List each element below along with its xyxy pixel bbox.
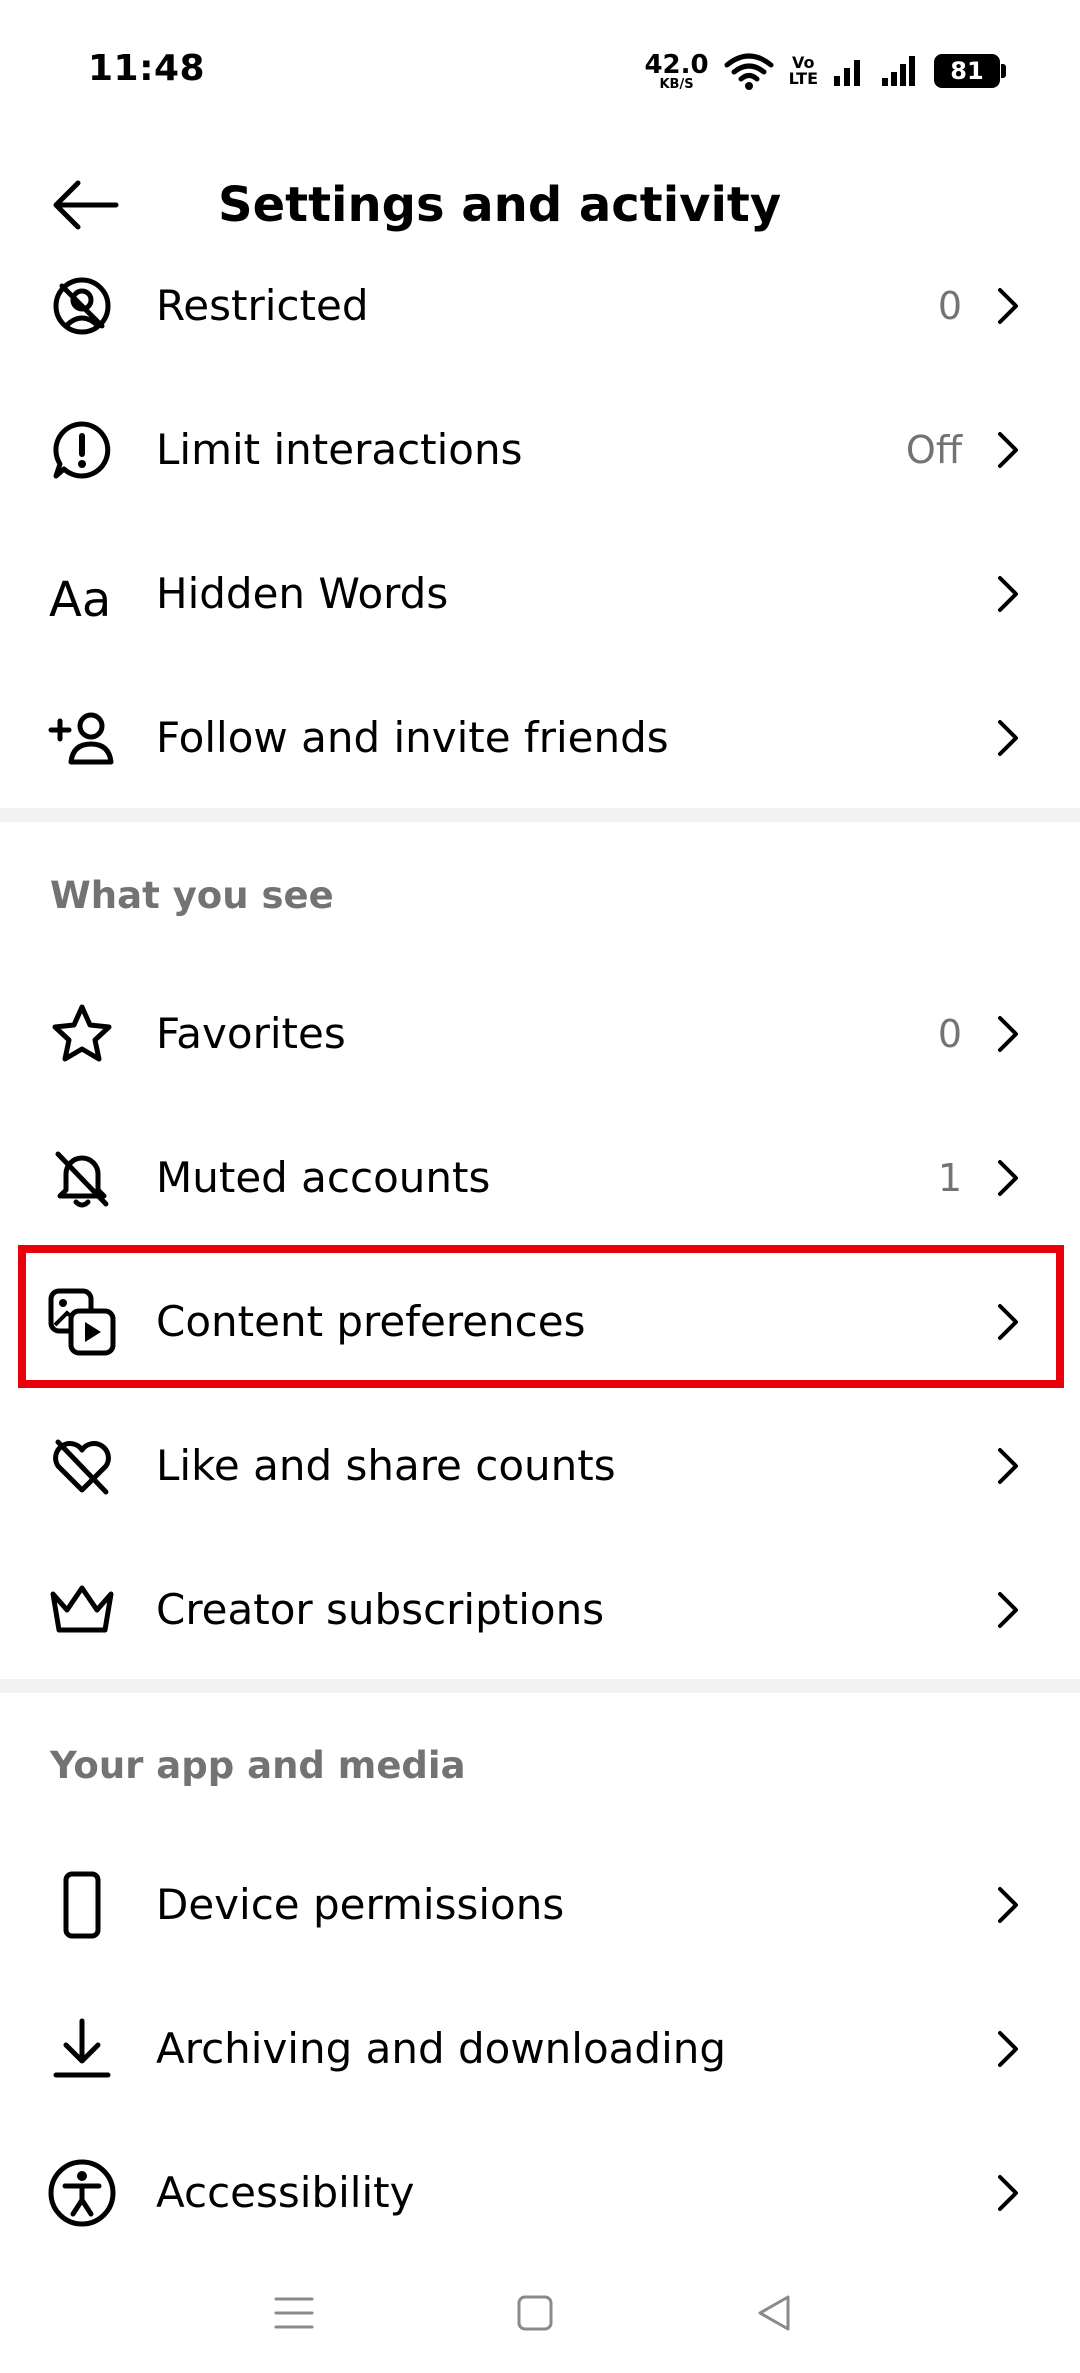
chevron-right-icon bbox=[988, 425, 1028, 475]
row-limit-interactions[interactable]: Limit interactions Off bbox=[0, 385, 1080, 515]
row-value: Off bbox=[905, 428, 962, 472]
crown-icon bbox=[46, 1574, 118, 1646]
chevron-right-icon bbox=[988, 713, 1028, 763]
heart-off-icon bbox=[46, 1430, 118, 1502]
back-button[interactable] bbox=[40, 170, 130, 240]
row-value: 0 bbox=[937, 284, 962, 328]
volte-bottom-text: LTE bbox=[788, 69, 818, 88]
row-like-share-counts[interactable]: Like and share counts bbox=[0, 1401, 1080, 1531]
triangle-back-icon bbox=[758, 2295, 790, 2331]
network-speed: 42.0 KB/S bbox=[644, 52, 708, 91]
row-label: Accessibility bbox=[156, 2168, 415, 2217]
status-bar: 11:48 42.0 KB/S Vo LTE 81 bbox=[0, 0, 1080, 140]
svg-text:Aa: Aa bbox=[49, 572, 111, 626]
menu-button[interactable] bbox=[254, 2273, 334, 2353]
back-nav-button[interactable] bbox=[734, 2273, 814, 2353]
row-restricted[interactable]: Restricted 0 bbox=[0, 241, 1080, 371]
row-label: Like and share counts bbox=[156, 1441, 616, 1490]
star-icon bbox=[46, 998, 118, 1070]
phone-icon bbox=[46, 1869, 118, 1941]
status-icons: 42.0 KB/S Vo LTE 81 bbox=[644, 46, 1006, 96]
navigation-bar bbox=[0, 2253, 1080, 2373]
add-person-icon bbox=[46, 702, 118, 774]
row-hidden-words[interactable]: Aa Hidden Words bbox=[0, 529, 1080, 659]
accessibility-icon bbox=[46, 2157, 118, 2229]
status-time: 11:48 bbox=[88, 48, 206, 89]
chevron-right-icon bbox=[988, 1009, 1028, 1059]
highlight-box bbox=[18, 1245, 1064, 1388]
row-follow-invite-friends[interactable]: Follow and invite friends bbox=[0, 673, 1080, 803]
row-label: Device permissions bbox=[156, 1880, 565, 1929]
battery-indicator: 81 bbox=[934, 54, 1006, 88]
row-label: Follow and invite friends bbox=[156, 713, 669, 762]
chevron-right-icon bbox=[988, 1585, 1028, 1635]
restricted-icon bbox=[46, 270, 118, 342]
row-label: Creator subscriptions bbox=[156, 1585, 605, 1634]
arrow-left-icon bbox=[53, 180, 119, 230]
row-label: Limit interactions bbox=[156, 425, 523, 474]
row-label: Hidden Words bbox=[156, 569, 449, 618]
square-icon bbox=[517, 2295, 553, 2331]
section-header-what-you-see: What you see bbox=[50, 874, 334, 917]
chevron-right-icon bbox=[988, 2168, 1028, 2218]
network-speed-value: 42.0 bbox=[644, 49, 709, 80]
chevron-right-icon bbox=[988, 1153, 1028, 1203]
home-button[interactable] bbox=[495, 2273, 575, 2353]
menu-icon bbox=[274, 2297, 314, 2329]
download-icon bbox=[46, 2013, 118, 2085]
network-speed-unit: KB/S bbox=[659, 76, 694, 92]
volte-indicator: Vo LTE bbox=[789, 55, 818, 87]
row-accessibility[interactable]: Accessibility bbox=[0, 2128, 1080, 2258]
hidden-words-icon: Aa bbox=[46, 558, 118, 630]
signal-icon-2 bbox=[882, 56, 915, 86]
battery-level: 81 bbox=[950, 57, 984, 85]
row-muted-accounts[interactable]: Muted accounts 1 bbox=[0, 1113, 1080, 1243]
signal-icon bbox=[834, 60, 860, 86]
section-header-app-and-media: Your app and media bbox=[50, 1744, 466, 1787]
row-label: Muted accounts bbox=[156, 1153, 491, 1202]
chevron-right-icon bbox=[988, 1441, 1028, 1491]
muted-bell-icon bbox=[46, 1142, 118, 1214]
chevron-right-icon bbox=[988, 281, 1028, 331]
page-title: Settings and activity bbox=[218, 177, 782, 233]
row-favorites[interactable]: Favorites 0 bbox=[0, 969, 1080, 1099]
chevron-right-icon bbox=[988, 2024, 1028, 2074]
chevron-right-icon bbox=[988, 569, 1028, 619]
chevron-right-icon bbox=[988, 1880, 1028, 1930]
limit-interactions-icon bbox=[46, 414, 118, 486]
row-label: Archiving and downloading bbox=[156, 2024, 727, 2073]
wifi-icon bbox=[724, 53, 774, 90]
row-device-permissions[interactable]: Device permissions bbox=[0, 1840, 1080, 1970]
row-label: Favorites bbox=[156, 1009, 346, 1058]
section-divider bbox=[0, 1679, 1080, 1693]
row-value: 1 bbox=[937, 1156, 962, 1200]
row-archiving-downloading[interactable]: Archiving and downloading bbox=[0, 1984, 1080, 2114]
row-creator-subscriptions[interactable]: Creator subscriptions bbox=[0, 1545, 1080, 1675]
row-value: 0 bbox=[937, 1012, 962, 1056]
section-divider bbox=[0, 808, 1080, 822]
row-label: Restricted bbox=[156, 281, 369, 330]
